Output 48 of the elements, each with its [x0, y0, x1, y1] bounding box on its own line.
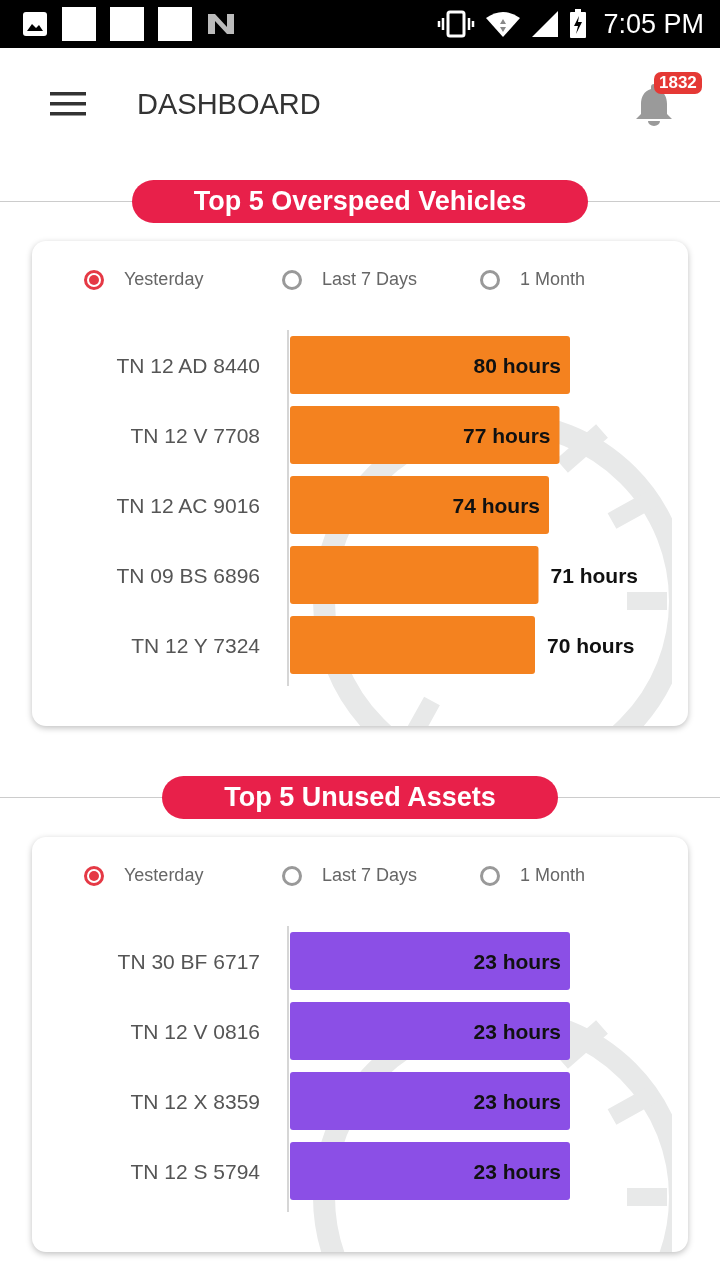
vehicle-number: TN 09 BS 6896: [116, 564, 260, 587]
unit-label: hours: [481, 494, 540, 517]
unit-label: hours: [502, 1020, 561, 1043]
radio-option[interactable]: 1 Month: [446, 865, 644, 886]
bar-value: 77: [462, 424, 487, 447]
bar-value: 80: [473, 354, 497, 377]
page-title: DASHBOARD: [137, 87, 322, 121]
bar-value: 23: [473, 1090, 497, 1113]
vehicle-number: TN 12 AC 9016: [116, 494, 260, 517]
bar-value: 23: [473, 950, 497, 973]
battery-charging-icon: [569, 9, 588, 39]
unit-label: hours: [502, 950, 561, 973]
vibrate-icon: [437, 10, 476, 38]
bar-value: 71: [550, 564, 574, 587]
radio-option[interactable]: Last 7 Days: [248, 269, 446, 290]
unit-label: hours: [576, 634, 635, 657]
wifi-icon: [485, 10, 522, 38]
section-title: Top 5 Overspeed Vehicles: [131, 180, 589, 223]
vehicle-number: TN 12 X 8359: [130, 1090, 260, 1113]
notification-icon: [62, 7, 96, 41]
unit-label: hours: [502, 354, 561, 377]
vehicle-number: TN 30 BF 6717: [117, 950, 260, 973]
vehicle-number: TN 12 V 0816: [130, 1020, 260, 1043]
notification-icon: [110, 7, 144, 41]
unit-label: hours: [492, 424, 551, 447]
vehicle-number: TN 12 Y 7324: [131, 634, 260, 657]
unit-label: hours: [502, 1090, 561, 1113]
notification-badge: 1832: [654, 72, 702, 94]
vehicle-number: TN 12 S 5794: [130, 1160, 260, 1183]
status-time: 7:05 PM: [603, 8, 704, 40]
bar-value: 23: [473, 1020, 497, 1043]
radio-option[interactable]: Yesterday: [50, 865, 248, 886]
radio-option[interactable]: Last 7 Days: [248, 865, 446, 886]
notification-icon: [158, 7, 192, 41]
vehicle-number: TN 12 AD 8440: [116, 354, 260, 377]
n-logo-icon: [206, 12, 236, 36]
signal-icon: [531, 10, 560, 38]
vehicle-number: TN 12 V 7708: [130, 424, 260, 447]
unit-label: hours: [579, 564, 639, 587]
bar-value: 70: [547, 634, 571, 657]
unit-label: hours: [502, 1160, 561, 1183]
bar-value: 23: [473, 1160, 497, 1183]
bar-value: 74: [452, 494, 476, 517]
menu-icon[interactable]: [50, 92, 86, 116]
section-title: Top 5 Unused Assets: [162, 776, 558, 819]
radio-option[interactable]: 1 Month: [446, 269, 644, 290]
radio-option[interactable]: Yesterday: [50, 269, 248, 290]
image-icon: [22, 11, 48, 37]
